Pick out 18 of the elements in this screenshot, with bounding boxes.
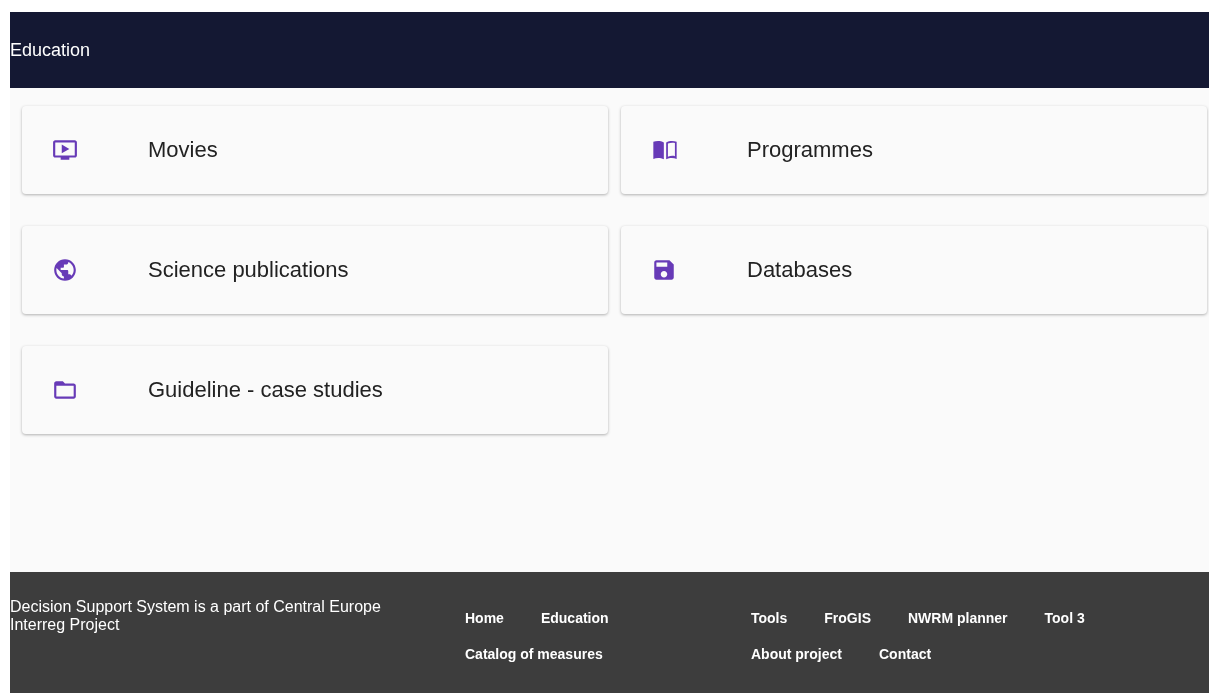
footer-link[interactable]: Tool 3 [1044,610,1085,626]
footer-link[interactable]: Tools [751,610,788,626]
footer-link[interactable]: Contact [879,646,932,662]
globe-icon [52,257,78,283]
category-card[interactable]: Science publications [22,226,608,314]
footer-link[interactable]: Home [465,610,504,626]
category-card[interactable]: Programmes [621,106,1207,194]
footer-link[interactable]: FroGIS [824,610,871,626]
tv-play-icon [52,137,78,163]
footer-link[interactable]: Education [540,610,609,626]
footer-text: Decision Support System is a part of Central Europe Interreg Project [10,598,382,634]
footer-link[interactable]: Catalog of measures [465,646,603,662]
footer-link[interactable]: About project [751,646,842,662]
category-card[interactable]: Movies [22,106,608,194]
category-card[interactable]: Guideline - case studies [22,346,608,434]
page-title: Education [10,39,91,61]
footer-link[interactable]: NWRM planner [907,610,1008,626]
category-card[interactable]: Databases [621,226,1207,314]
